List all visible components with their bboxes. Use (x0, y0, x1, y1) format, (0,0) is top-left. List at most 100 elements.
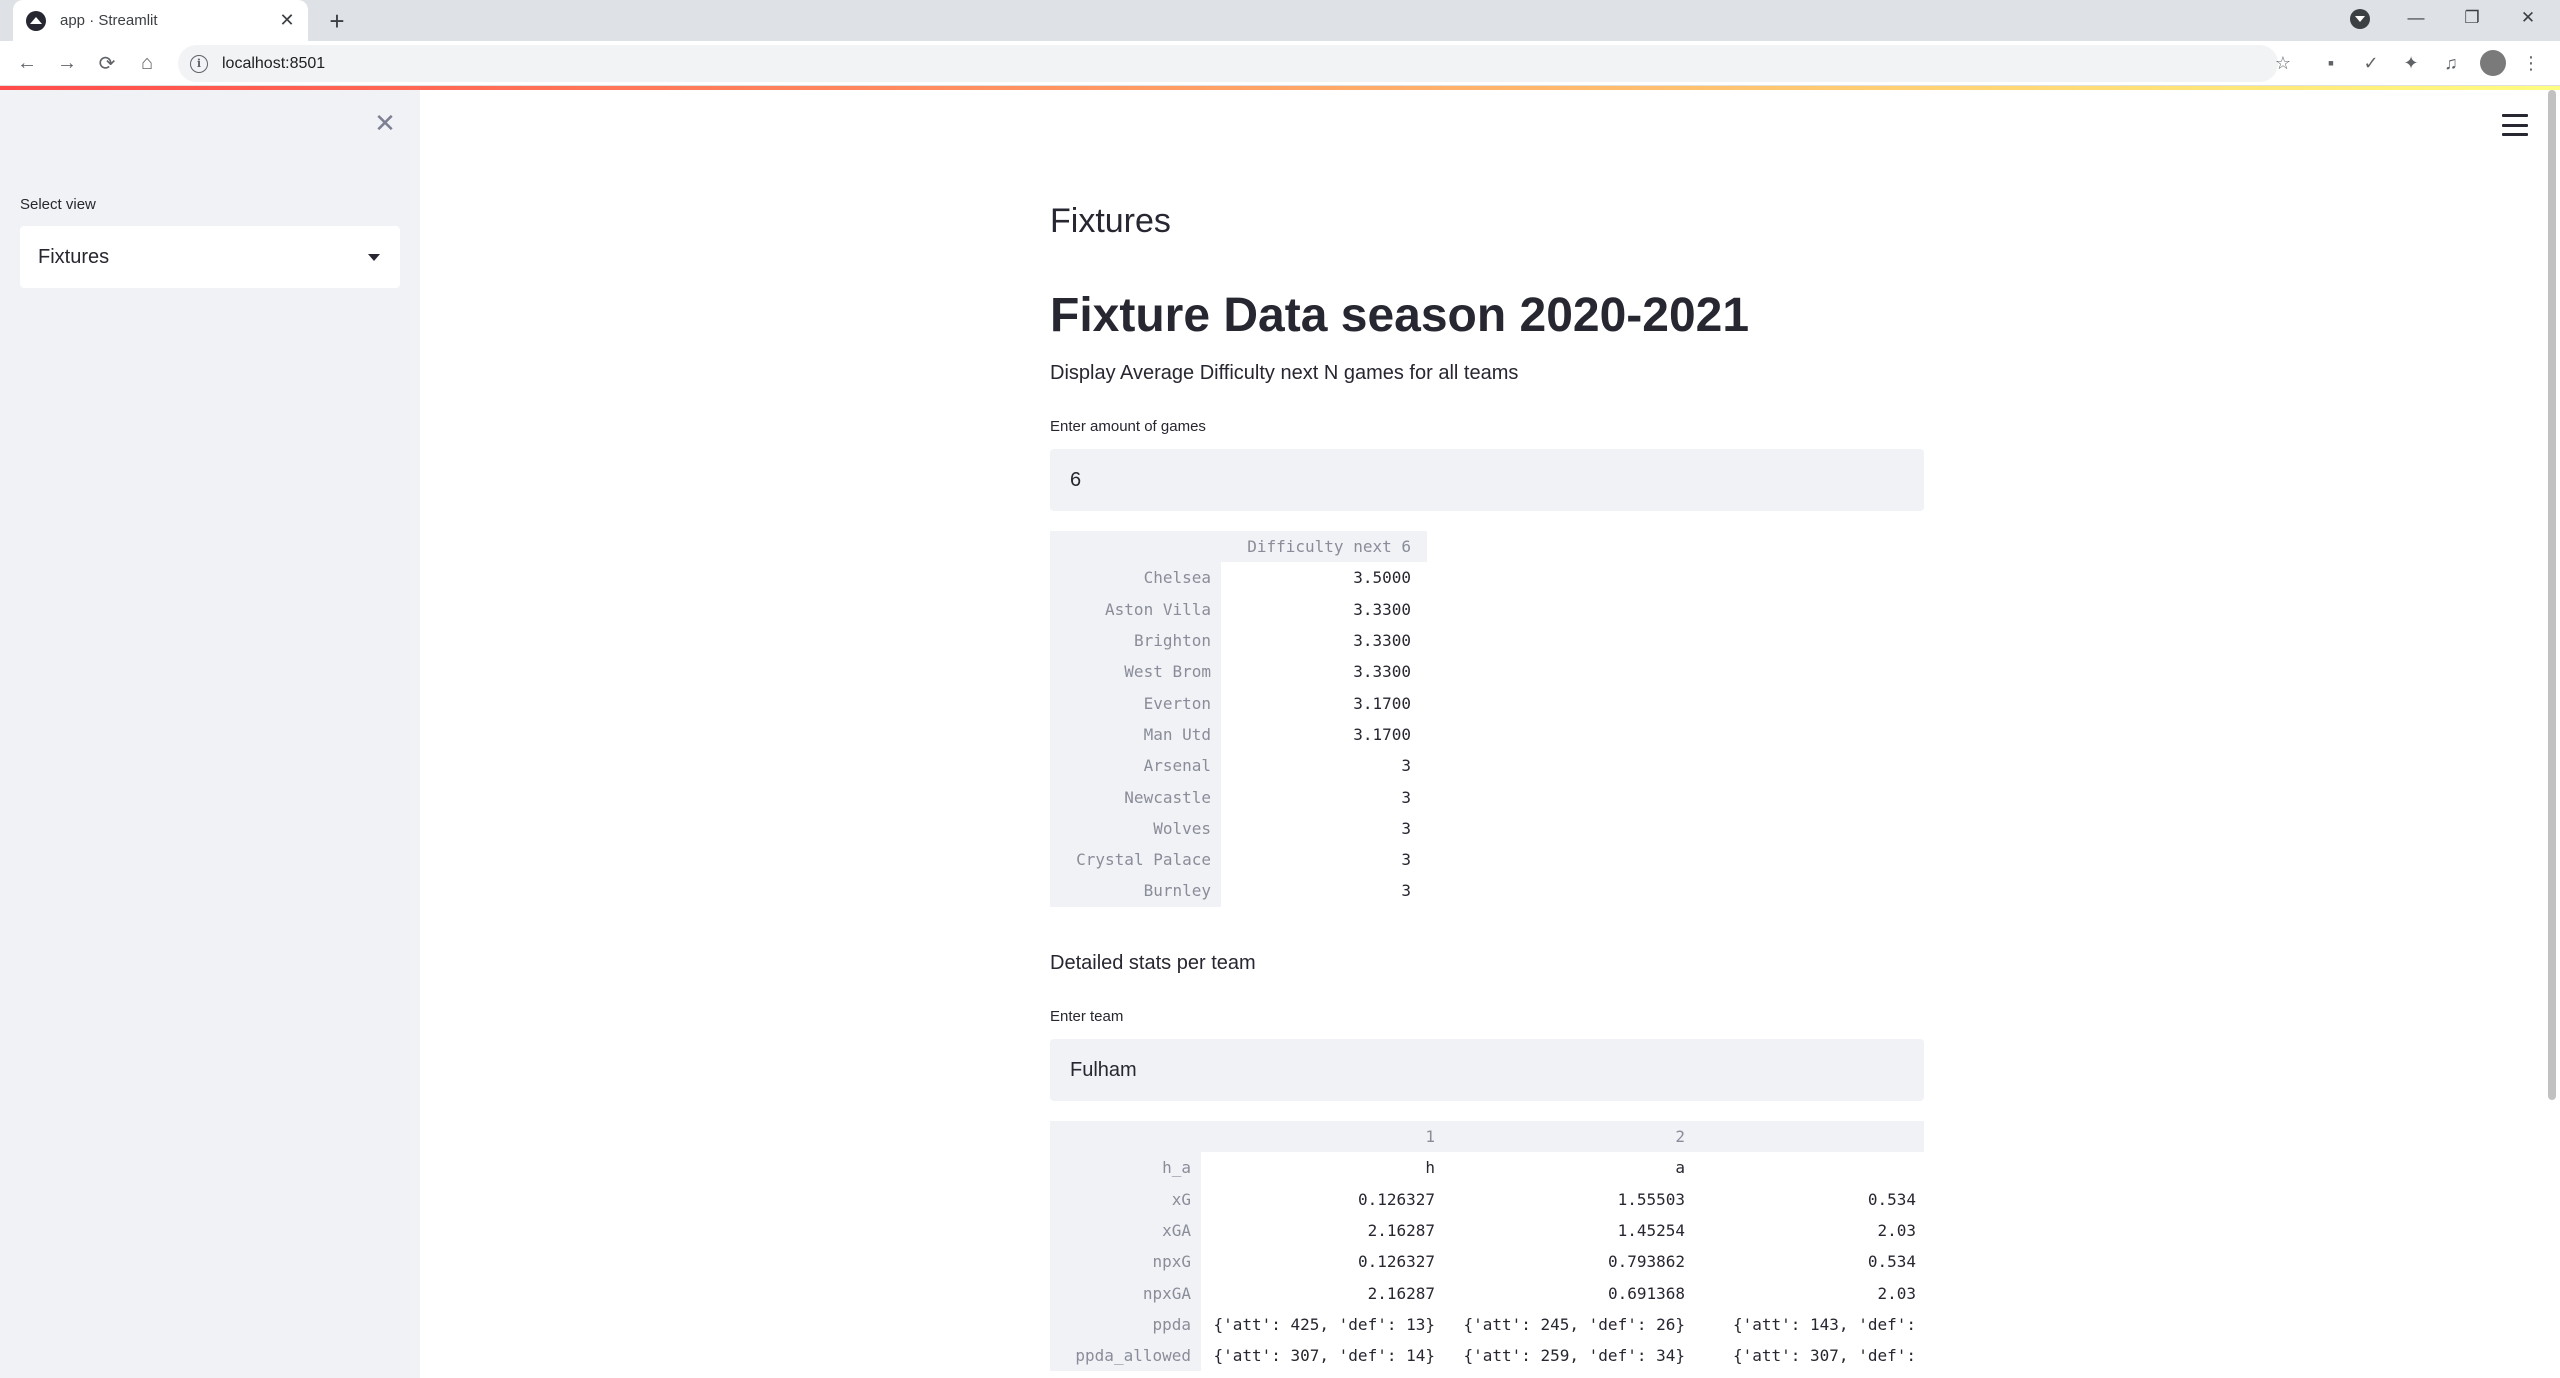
minimize-icon[interactable]: — (2388, 0, 2444, 36)
column-header: 2 (1451, 1121, 1701, 1153)
site-info-icon[interactable]: i (190, 54, 208, 73)
table-row: h_a h a (1050, 1152, 1924, 1184)
table-cell: {'att': 245, 'def': 26} (1463, 1314, 1685, 1334)
table-cell: {'att': 259, 'def': 34} (1463, 1346, 1685, 1366)
column-header: Difficulty next 6 (1221, 531, 1427, 563)
row-index: ppda (1050, 1308, 1201, 1341)
difficulty-value: 3 (1401, 850, 1411, 870)
caret-down-icon (368, 253, 380, 261)
table-row: Arsenal 3 (1050, 750, 1427, 782)
extension-icon[interactable]: ▪ (2318, 50, 2344, 76)
table-row: ppda_allowed {'att': 307, 'def': 14} {'att… (1050, 1340, 1924, 1372)
difficulty-value: 3.1700 (1353, 724, 1411, 744)
address-bar[interactable]: i localhost:8501 (178, 45, 2278, 82)
row-index: xG (1050, 1183, 1201, 1215)
table-cell: 2.16287 (1367, 1221, 1435, 1241)
table-header-row: Difficulty next 6 (1050, 531, 1427, 563)
table-cell: 1.55503 (1617, 1189, 1685, 1209)
reload-icon[interactable]: ⟳ (92, 48, 122, 78)
table-cell: 0.691368 (1607, 1283, 1685, 1303)
browser-tab-strip: app · Streamlit ✕ + — ❐ ✕ (0, 0, 2560, 41)
difficulty-value: 3.3300 (1353, 599, 1411, 619)
extensions-puzzle-icon[interactable]: ✦ (2398, 50, 2424, 76)
tab-search-icon[interactable] (2350, 9, 2370, 29)
games-input[interactable]: 6 (1050, 449, 1924, 511)
table-cell: a (1675, 1158, 1685, 1178)
difficulty-value: 3 (1401, 787, 1411, 807)
table-row: West Brom 3.3300 (1050, 656, 1427, 688)
difficulty-table: Difficulty next 6 Chelsea 3.5000 Aston Vill… (1050, 531, 1427, 907)
table-cell: 2.03 (1877, 1221, 1916, 1241)
app-menu-icon[interactable] (2502, 114, 2528, 136)
table-cell: 2.16287 (1367, 1283, 1435, 1303)
select-view-value: Fixtures (38, 245, 110, 268)
tab-close-icon[interactable]: ✕ (274, 8, 300, 34)
difficulty-value: 3.1700 (1353, 693, 1411, 713)
page-subheader: Fixtures (1050, 202, 1171, 240)
table-cell: 0.793862 (1607, 1252, 1685, 1272)
restore-icon[interactable]: ❐ (2444, 0, 2500, 36)
table-cell: h (1425, 1158, 1435, 1178)
profile-avatar[interactable] (2480, 50, 2506, 76)
row-index-team: Man Utd (1050, 718, 1221, 751)
table-row: Newcastle 3 (1050, 781, 1427, 813)
table-row: xG 0.126327 1.55503 0.534 (1050, 1183, 1924, 1215)
difficulty-value: 3.3300 (1353, 631, 1411, 651)
table-row: npxGA 2.16287 0.691368 2.03 (1050, 1277, 1924, 1309)
row-index-team: Wolves (1050, 812, 1221, 844)
difficulty-value: 3 (1401, 881, 1411, 901)
table-row: Crystal Palace 3 (1050, 843, 1427, 876)
table-row: ppda {'att': 425, 'def': 13} {'att': 245, … (1050, 1308, 1924, 1341)
column-header: 1 (1201, 1121, 1451, 1153)
row-index-team: Everton (1050, 687, 1221, 719)
page-title: Fixture Data season 2020-2021 (1050, 289, 1750, 342)
table-cell: 0.126327 (1357, 1189, 1435, 1209)
row-index: xGA (1050, 1214, 1201, 1247)
games-input-label: Enter amount of games (1050, 418, 1206, 435)
row-index-team: Newcastle (1050, 781, 1221, 813)
row-index: h_a (1050, 1152, 1201, 1184)
table-cell: 2.03 (1877, 1283, 1916, 1303)
row-index-team: Chelsea (1050, 562, 1221, 594)
difficulty-value: 3 (1401, 818, 1411, 838)
table-cell: {'att': 143, 'def': (1732, 1314, 1916, 1334)
row-index-team: Brighton (1050, 624, 1221, 657)
table-row: Burnley 3 (1050, 875, 1427, 907)
difficulty-value: 3.3300 (1353, 662, 1411, 682)
table-cell: 0.534 (1867, 1189, 1916, 1209)
table-corner (1050, 531, 1221, 563)
back-icon[interactable]: ← (12, 48, 42, 78)
page-scrollbar[interactable] (2548, 90, 2556, 1100)
row-index-team: Crystal Palace (1050, 843, 1221, 876)
team-input[interactable]: Fulham (1050, 1039, 1924, 1101)
select-view-dropdown[interactable]: Fixtures (20, 226, 400, 288)
table-cell: 0.534 (1867, 1252, 1916, 1272)
table-corner (1050, 1121, 1201, 1153)
table-row: Aston Villa 3.3300 (1050, 593, 1427, 625)
sidebar-close-icon[interactable]: ✕ (370, 108, 400, 138)
row-index: npxG (1050, 1246, 1201, 1278)
browser-menu-icon[interactable]: ⋮ (2518, 50, 2544, 76)
table-cell (1701, 1152, 1924, 1183)
new-tab-icon[interactable]: + (322, 6, 352, 36)
bookmark-star-icon[interactable]: ☆ (2270, 50, 2296, 76)
row-index-team: Arsenal (1050, 750, 1221, 782)
row-index: npxGA (1050, 1277, 1201, 1309)
browser-tab[interactable]: app · Streamlit ✕ (13, 0, 308, 41)
row-index-team: Burnley (1050, 875, 1221, 907)
media-icon[interactable]: ♫ (2438, 50, 2464, 76)
forward-icon[interactable]: → (52, 48, 82, 78)
select-view-label: Select view (20, 196, 96, 213)
difficulty-value: 3.5000 (1353, 568, 1411, 588)
row-index: ppda_allowed (1050, 1340, 1201, 1372)
detailed-stats-heading: Detailed stats per team (1050, 952, 1256, 974)
window-close-icon[interactable]: ✕ (2500, 0, 2556, 36)
table-row: Everton 3.1700 (1050, 687, 1427, 719)
home-icon[interactable]: ⌂ (132, 48, 162, 78)
address-url: localhost:8501 (222, 54, 326, 72)
difficulty-value: 3 (1401, 756, 1411, 776)
extension-check-icon[interactable]: ✓ (2358, 50, 2384, 76)
table-cell: 0.126327 (1357, 1252, 1435, 1272)
team-stats-table: 1 2 h_a h a xG 0.126327 1.55503 0.534 xGA 2.16287 1… (1050, 1121, 1924, 1372)
team-input-label: Enter team (1050, 1008, 1124, 1025)
